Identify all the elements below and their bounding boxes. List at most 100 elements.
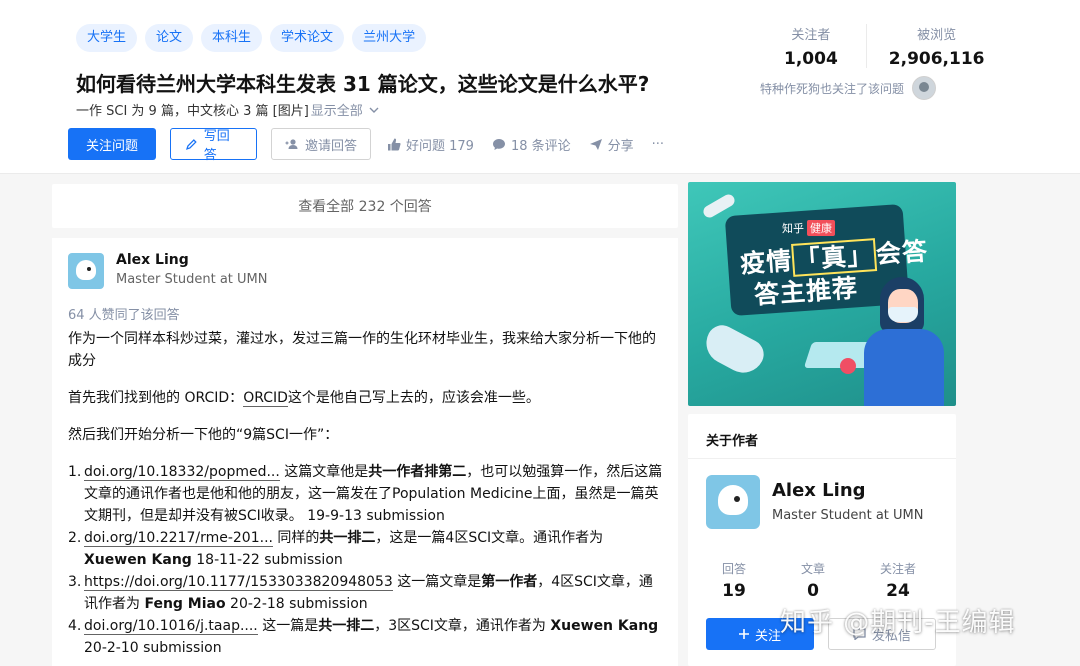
item-bold: Xuewen Kang xyxy=(84,552,192,568)
friend-follow-note[interactable]: 特种作死狗也关注了该问题 xyxy=(760,76,937,100)
doi-link[interactable]: https://doi.org/10.1177/1533033820948053 xyxy=(84,574,393,591)
thumbs-up-icon xyxy=(388,138,401,150)
about-author-name[interactable]: Alex Ling xyxy=(772,480,866,501)
item-text: ，3区SCI文章，通讯作者为 xyxy=(374,618,551,634)
item-text: 20-2-10 submission xyxy=(84,640,222,656)
topic-tag[interactable]: 学术论文 xyxy=(270,24,345,52)
topic-tag[interactable]: 兰州大学 xyxy=(352,24,427,52)
write-answer-button[interactable]: 写回答 xyxy=(170,128,257,163)
plus-icon xyxy=(738,629,749,639)
question-detail-text: 一作 SCI 为 9 篇，中文核心 3 篇 [图片] xyxy=(76,104,309,119)
answer-card: Alex Ling Master Student at UMN 64 人赞同了该… xyxy=(52,238,678,666)
question-stats: 关注者 1,004 被浏览 2,906,116 xyxy=(784,24,985,69)
show-all-label: 显示全部 xyxy=(310,104,363,119)
author-followers-value: 24 xyxy=(886,581,910,601)
answers-stat[interactable]: 回答 19 xyxy=(722,560,746,601)
item-text: 20-2-18 submission xyxy=(225,596,368,612)
banner-subheadline: 答主推荐 xyxy=(753,273,860,310)
articles-stat[interactable]: 文章 0 xyxy=(801,560,825,601)
list-number: 1. xyxy=(68,464,82,480)
question-title[interactable]: 如何看待兰州大学本科生发表 31 篇论文，这些论文是什么水平? xyxy=(76,68,649,97)
promo-banner[interactable]: 知乎 健康 疫情「真」会答 答主推荐 xyxy=(688,182,956,406)
answers-stat-value: 19 xyxy=(722,581,746,601)
list-number: 4. xyxy=(68,618,82,634)
followers-stat[interactable]: 关注者 1,004 xyxy=(784,24,838,69)
write-answer-label: 写回答 xyxy=(203,129,230,163)
question-actions: 关注问题 写回答 邀请回答 好问题 179 18 条评论 分享 ··· xyxy=(68,128,682,163)
paper-list: 1. doi.org/10.18332/popmed... 这篇文章他是共一作者… xyxy=(68,461,664,659)
share-label: 分享 xyxy=(607,138,634,154)
list-item: 2. doi.org/10.2217/rme-201... 同样的共一排二，这是… xyxy=(68,527,664,571)
list-number: 2. xyxy=(68,530,82,546)
views-stat-value: 2,906,116 xyxy=(888,49,985,69)
list-item: 1. doi.org/10.18332/popmed... 这篇文章他是共一作者… xyxy=(68,461,664,527)
list-item: 3. https://doi.org/10.1177/1533033820948… xyxy=(68,571,664,615)
item-text: 这一篇是 xyxy=(257,618,319,634)
views-stat-label: 被浏览 xyxy=(917,28,957,43)
author-name[interactable]: Alex Ling xyxy=(116,252,268,268)
item-bold: 共一排二 xyxy=(319,530,376,546)
view-all-answers-button[interactable]: 查看全部 232 个回答 xyxy=(52,184,678,228)
more-actions-button[interactable]: ··· xyxy=(652,137,664,152)
topic-tag[interactable]: 大学生 xyxy=(76,24,138,52)
item-text: 这篇文章他是 xyxy=(279,464,369,480)
paragraph-text: 这个是他自己写上去的，应该会准一些。 xyxy=(287,390,540,406)
item-bold: Xuewen Kang xyxy=(550,618,659,634)
item-text: 这一篇文章是 xyxy=(392,574,482,590)
followers-stat-label: 关注者 xyxy=(791,28,831,43)
stat-divider xyxy=(865,24,867,68)
doi-link[interactable]: doi.org/10.1016/j.taap.... xyxy=(84,618,258,635)
vote-count: 64 人赞同了该回答 xyxy=(68,308,180,323)
share-button[interactable]: 分享 xyxy=(589,135,634,154)
avatar[interactable] xyxy=(68,253,104,289)
watermark: 知乎 @期刊-王编辑 xyxy=(780,608,1016,638)
doi-link[interactable]: doi.org/10.2217/rme-201... xyxy=(84,530,273,547)
good-question-button[interactable]: 好问题 179 xyxy=(387,135,474,154)
topic-tag[interactable]: 本科生 xyxy=(201,24,263,52)
item-text: 18-11-22 submission xyxy=(191,552,343,568)
topic-tag[interactable]: 论文 xyxy=(145,24,194,52)
banner-tag: 知乎 健康 xyxy=(782,220,835,236)
invite-answer-label: 邀请回答 xyxy=(304,138,357,154)
good-question-label: 好问题 179 xyxy=(406,138,474,154)
list-number: 3. xyxy=(68,574,82,590)
articles-stat-value: 0 xyxy=(807,581,819,601)
item-bold: 第一作者 xyxy=(481,574,538,590)
banner-brand: 知乎 xyxy=(782,222,804,235)
add-user-icon xyxy=(285,139,298,149)
author-followers-stat[interactable]: 关注者 24 xyxy=(880,560,916,601)
divider xyxy=(688,458,956,459)
comments-label: 18 条评论 xyxy=(510,138,571,154)
banner-tag-label: 健康 xyxy=(807,220,835,236)
answer-paragraph: 作为一个同样本科炒过菜，灌过水，发过三篇一作的生化环材毕业生，我来给大家分析一下… xyxy=(68,331,656,369)
answer-paragraph: 然后我们开始分析一下他的“9篇SCI一作”： xyxy=(68,427,339,443)
friend-avatar[interactable] xyxy=(912,76,937,100)
item-text: ，这是一篇4区SCI文章。通讯作者为 xyxy=(375,530,604,546)
avatar[interactable] xyxy=(706,475,760,529)
invite-answer-button[interactable]: 邀请回答 xyxy=(271,128,371,160)
follow-question-button[interactable]: 关注问题 xyxy=(68,128,156,160)
articles-stat-label: 文章 xyxy=(800,562,825,576)
about-author-bio: Master Student at UMN xyxy=(772,508,924,523)
item-bold: 共一作者排第二 xyxy=(368,464,467,480)
orcid-link[interactable]: ORCID xyxy=(243,390,288,407)
item-text: 同样的 xyxy=(272,530,320,546)
item-bold: 共一排二 xyxy=(318,618,375,634)
friend-follow-text: 特种作死狗也关注了该问题 xyxy=(760,81,905,96)
answer-paragraph: 首先我们找到他的 ORCID：ORCID这个是他自己写上去的，应该会准一些。 xyxy=(68,387,664,409)
chevron-down-icon xyxy=(369,107,379,113)
doi-link[interactable]: doi.org/10.18332/popmed... xyxy=(84,464,280,481)
topic-list: 大学生 论文 本科生 学术论文 兰州大学 xyxy=(76,24,427,52)
show-all-button[interactable]: 显示全部 xyxy=(311,100,379,119)
views-stat: 被浏览 2,906,116 xyxy=(889,24,985,69)
answer-author: Alex Ling Master Student at UMN xyxy=(68,252,268,289)
answers-stat-label: 回答 xyxy=(722,562,747,576)
comment-icon xyxy=(492,138,505,150)
comments-button[interactable]: 18 条评论 xyxy=(492,135,571,154)
answer-body: 作为一个同样本科炒过菜，灌过水，发过三篇一作的生化环材毕业生，我来给大家分析一下… xyxy=(68,328,664,659)
follow-author-label: 关注 xyxy=(754,628,781,644)
doctor-illustration xyxy=(858,277,948,406)
list-item: 4. doi.org/10.1016/j.taap.... 这一篇是共一排二，3… xyxy=(68,615,664,659)
paragraph-text: 首先我们找到他的 ORCID： xyxy=(68,390,244,406)
followers-stat-value: 1,004 xyxy=(784,49,838,69)
